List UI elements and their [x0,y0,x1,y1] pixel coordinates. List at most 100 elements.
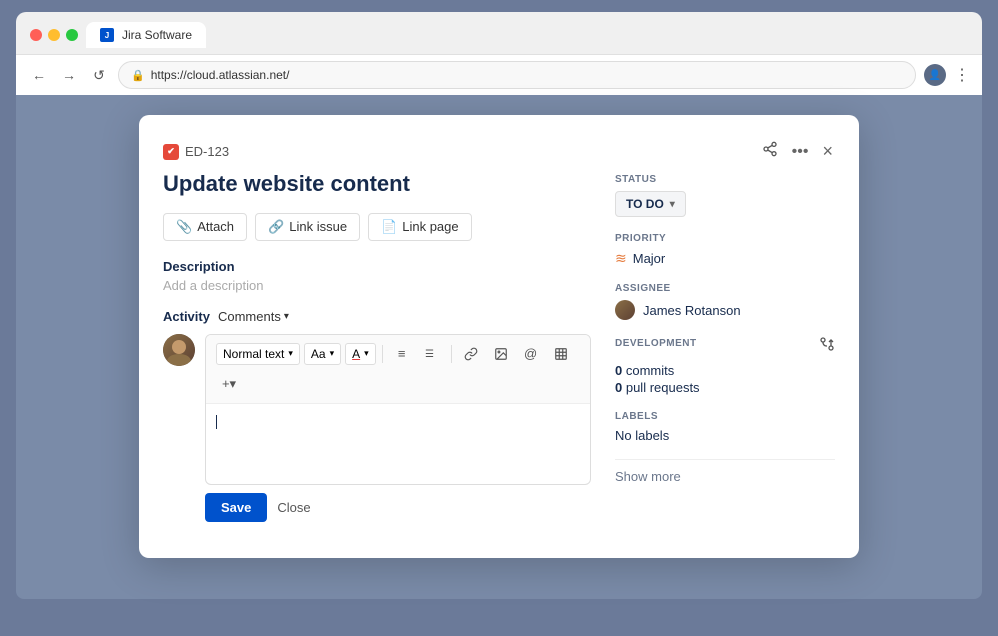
url-bar[interactable]: 🔒 https://cloud.atlassian.net/ [118,61,916,89]
forward-button[interactable]: → [58,64,80,86]
assignee-row: James Rotanson [615,300,835,320]
minimize-window-button[interactable] [48,29,60,41]
editor-body[interactable] [206,404,590,484]
dialog-body: Update website content 📎 Attach 🔗 Link i… [163,170,835,534]
text-size-label: Aa [311,347,326,361]
description-placeholder[interactable]: Add a description [163,278,591,293]
format-select[interactable]: Normal text ▾ [216,343,300,365]
issue-type-icon: ✔ [163,144,179,160]
save-button[interactable]: Save [205,493,267,522]
activity-section: Activity Comments ▾ [163,309,591,522]
close-dialog-button[interactable]: × [820,139,835,164]
assignee-value: James Rotanson [643,303,741,318]
page-content: ✔ ED-123 ••• × Update website content [16,95,982,599]
paperclip-icon: 📎 [176,219,192,235]
status-label: STATUS [615,174,835,185]
dialog-header-actions: ••• × [760,139,835,164]
tab-label: Jira Software [122,28,192,42]
browser-menu-button[interactable]: ⋮ [954,65,970,85]
right-panel: STATUS TO DO ▾ PRIORITY ≋ Major [615,170,835,534]
color-select-label: A [352,347,360,361]
mention-button[interactable]: @ [518,341,544,367]
action-buttons: 📎 Attach 🔗 Link issue 📄 Link page [163,213,591,241]
page-icon: 📄 [381,219,397,235]
priority-value: Major [633,251,666,266]
save-area: Save Close [163,493,591,522]
table-button[interactable] [548,341,574,367]
pull-requests-stat: 0 pull requests [615,380,835,395]
comment-editor[interactable]: Normal text ▾ Aa ▾ A ▾ [205,334,591,485]
format-select-label: Normal text [223,347,284,361]
link-page-button[interactable]: 📄 Link page [368,213,472,241]
assignee-label: ASSIGNEE [615,283,835,294]
share-button[interactable] [760,139,780,164]
current-user-avatar [163,334,195,366]
cursor [216,415,217,429]
bullet-list-button[interactable]: ≡ [389,341,415,367]
text-size-select[interactable]: Aa ▾ [304,343,341,365]
profile-icon[interactable]: 👤 [924,64,946,86]
left-panel: Update website content 📎 Attach 🔗 Link i… [163,170,591,534]
issue-dialog: ✔ ED-123 ••• × Update website content [139,115,859,558]
status-badge[interactable]: TO DO ▾ [615,191,686,217]
description-label: Description [163,259,591,274]
attach-button[interactable]: 📎 Attach [163,213,247,241]
color-chevron-icon: ▾ [364,348,369,359]
close-window-button[interactable] [30,29,42,41]
branch-icon[interactable] [819,336,835,357]
assignee-avatar [615,300,635,320]
maximize-window-button[interactable] [66,29,78,41]
status-value: TO DO [626,197,664,211]
dialog-title: Update website content [163,170,591,199]
toolbar-divider-2 [451,345,452,363]
comments-label: Comments [218,309,281,324]
development-section: DEVELOPMENT 0 0 commitscommits 0 pull re… [615,336,835,395]
url-text: https://cloud.atlassian.net/ [151,68,290,82]
link-issue-button[interactable]: 🔗 Link issue [255,213,360,241]
browser-toolbar: ← → ↺ 🔒 https://cloud.atlassian.net/ 👤 ⋮ [16,54,982,95]
activity-header: Activity Comments ▾ [163,309,591,324]
back-button[interactable]: ← [28,64,50,86]
color-select[interactable]: A ▾ [345,343,376,365]
assignee-section: ASSIGNEE James Rotanson [615,283,835,320]
browser-titlebar: J Jira Software [16,12,982,54]
labels-value: No labels [615,428,835,443]
comment-area: Normal text ▾ Aa ▾ A ▾ [163,334,591,485]
dialog-header: ✔ ED-123 ••• × [163,139,835,164]
more-tools-button[interactable]: +▾ [216,371,242,397]
editor-toolbar: Normal text ▾ Aa ▾ A ▾ [206,335,590,404]
format-chevron-icon: ▾ [288,348,293,359]
more-options-button[interactable]: ••• [790,141,811,163]
commits-stat: 0 0 commitscommits [615,363,835,378]
reload-button[interactable]: ↺ [88,64,110,86]
cancel-button[interactable]: Close [277,500,310,515]
traffic-lights [30,29,78,41]
labels-section: LABELS No labels [615,411,835,443]
text-size-chevron-icon: ▾ [330,348,335,359]
chevron-down-icon: ▾ [284,311,289,322]
toolbar-divider-1 [382,345,383,363]
priority-section: PRIORITY ≋ Major [615,233,835,267]
priority-row: ≋ Major [615,250,835,267]
labels-label: LABELS [615,411,835,422]
development-label: DEVELOPMENT [615,338,697,349]
show-more-button[interactable]: Show more [615,469,681,484]
browser-tab[interactable]: J Jira Software [86,22,206,48]
link-icon: 🔗 [268,219,284,235]
status-section: STATUS TO DO ▾ [615,174,835,217]
jira-tab-icon: J [100,28,114,42]
svg-text:☰: ☰ [425,349,434,360]
lock-icon: 🔒 [131,69,145,82]
link-button[interactable] [458,341,484,367]
activity-label: Activity [163,309,210,324]
sidebar-divider [615,459,835,460]
browser-window: J Jira Software ← → ↺ 🔒 https://cloud.at… [16,12,982,95]
development-header: DEVELOPMENT [615,336,835,357]
status-chevron-icon: ▾ [670,199,675,210]
comments-dropdown[interactable]: Comments ▾ [218,309,289,324]
avatar-image [163,334,195,366]
numbered-list-button[interactable]: ☰ [419,341,445,367]
issue-id-text: ED-123 [185,144,229,159]
image-button[interactable] [488,341,514,367]
priority-icon: ≋ [615,250,627,267]
